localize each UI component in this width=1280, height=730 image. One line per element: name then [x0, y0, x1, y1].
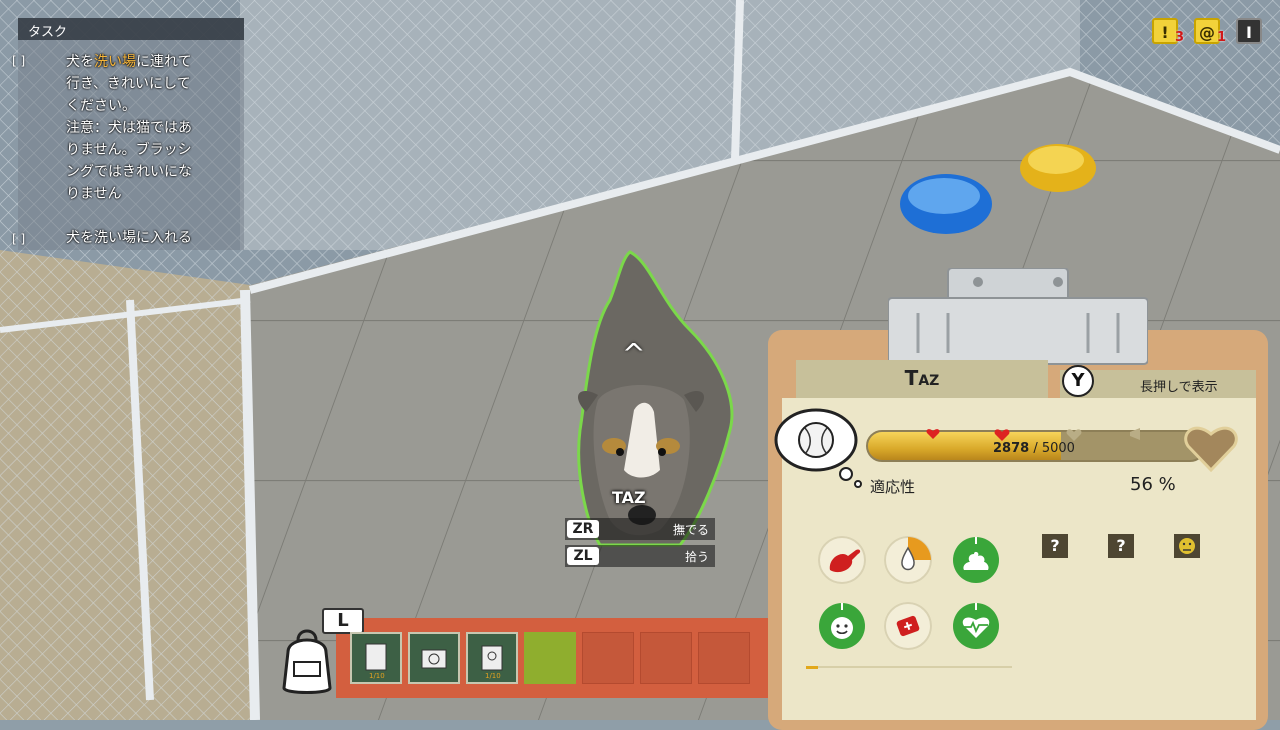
task-1-text-line-4: 注意：犬は猫ではあ	[66, 120, 192, 136]
health-kit-icon[interactable]	[884, 602, 932, 650]
pet-action-label: 撫でる	[672, 523, 709, 537]
alert-count: 3	[1175, 30, 1185, 45]
bond-heart-marker-3-icon	[1066, 429, 1082, 441]
inventory-slot-5[interactable]	[582, 632, 634, 684]
pet-action-prompt[interactable]: ZR 撫でる	[565, 518, 715, 540]
dog-name-label: TAZ	[612, 488, 646, 507]
task-1-text-line-3: ください。	[66, 98, 136, 114]
bag-icon: 1/10	[365, 643, 387, 680]
inventory-slot-6[interactable]	[640, 632, 692, 684]
svg-text:1/10: 1/10	[369, 672, 385, 680]
bond-heart-icon	[1184, 426, 1238, 472]
task-panel-header: タスク	[18, 18, 244, 40]
task-2-checkbox: [ ]	[12, 232, 26, 246]
task-1-highlight: 洗い場	[94, 54, 136, 70]
task-1-text-line-2: 行き、きれいにして	[66, 76, 191, 92]
interact-up-arrow-icon: ^	[622, 337, 646, 370]
task-1-text-line-5: りません。ブラッシ	[66, 142, 192, 158]
water-icon[interactable]	[884, 536, 932, 584]
happy-icon[interactable]	[818, 602, 866, 650]
inventory-slot-7[interactable]	[698, 632, 750, 684]
adaptability-value: 56 %	[1130, 474, 1176, 495]
zl-button-icon: ZL	[567, 547, 599, 565]
backpack-icon[interactable]	[276, 624, 338, 696]
task-1-checkbox: [ ]	[12, 54, 26, 68]
zr-button-icon: ZR	[567, 520, 599, 538]
ball-thought-icon	[774, 408, 862, 488]
divider-progress-mark	[806, 666, 818, 669]
toy-icon: 1/10	[481, 645, 503, 680]
y-button-icon[interactable]: Y	[1062, 365, 1094, 397]
svg-text:1/10: 1/10	[485, 672, 501, 680]
menu-icon[interactable]: I	[1236, 18, 1262, 44]
hold-hint-text: 長押しで表示	[1140, 380, 1218, 395]
megaphone-marker-icon	[1130, 428, 1140, 440]
inventory-slot-2[interactable]	[408, 632, 460, 684]
clipboard-clip-icon	[888, 268, 1148, 365]
pickup-action-prompt[interactable]: ZL 拾う	[565, 545, 715, 567]
bond-heart-marker-2-icon	[994, 429, 1010, 441]
food-icon[interactable]	[818, 536, 866, 584]
camera-icon	[421, 649, 447, 669]
clipboard-divider	[806, 666, 1012, 668]
pickup-action-label: 拾う	[684, 550, 709, 564]
task-2-text: 犬を洗い場に入れる	[66, 230, 192, 246]
unknown-trait-2: ?	[1108, 534, 1134, 558]
unknown-trait-1: ?	[1042, 534, 1068, 558]
pet-name: Taz	[904, 366, 940, 390]
task-1-text-line-6: ングではきれいにな	[66, 164, 192, 180]
task-1-text-line-1: 犬を洗い場に連れて	[66, 54, 192, 70]
health-heart-icon[interactable]	[952, 602, 1000, 650]
inventory-slot-4[interactable]	[524, 632, 576, 684]
sad-face-icon	[1179, 538, 1195, 554]
l-button-icon: L	[322, 608, 364, 634]
bond-value-text: 2878 / 5000	[993, 441, 1075, 456]
inventory-slot-3[interactable]: 1/10	[466, 632, 518, 684]
bond-heart-marker-1-icon	[926, 429, 940, 439]
task-panel-title: タスク	[28, 25, 68, 40]
adaptability-label: 適応性	[870, 478, 916, 496]
trait-mood-box	[1174, 534, 1200, 558]
task-1-text-line-7: りません	[66, 186, 122, 202]
mail-count: 1	[1217, 30, 1227, 45]
pet-name-tab: Taz	[796, 360, 1048, 398]
inventory-slot-1[interactable]: 1/10	[350, 632, 402, 684]
poop-icon[interactable]	[952, 536, 1000, 584]
